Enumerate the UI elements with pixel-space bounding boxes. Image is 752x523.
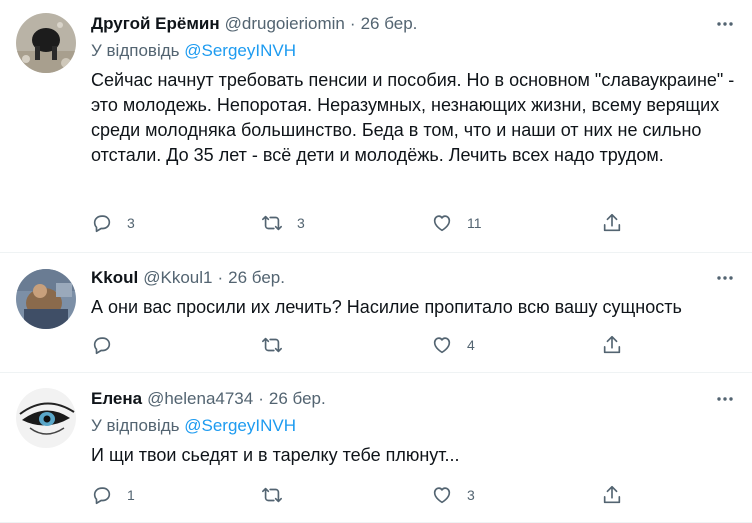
tweet-body: Елена @helena4734 · 26 бер. У відповідь … — [91, 388, 736, 468]
tweet-body: Другой Ерёмин @drugoieriomin · 26 бер. У… — [91, 13, 736, 168]
author-handle[interactable]: @helena4734 — [147, 389, 253, 409]
avatar[interactable] — [16, 388, 76, 448]
avatar[interactable] — [16, 13, 76, 73]
retweet-button[interactable]: 3 — [261, 209, 431, 237]
tweet-header: Kkoul @Kkoul1 · 26 бер. — [91, 267, 736, 289]
timestamp[interactable]: 26 бер. — [361, 14, 418, 34]
retweet-icon — [262, 487, 282, 503]
separator-dot: · — [217, 268, 224, 287]
share-icon — [603, 213, 621, 232]
timestamp[interactable]: 26 бер. — [228, 268, 285, 288]
avatar-image — [16, 13, 76, 73]
reply-to-mention[interactable]: @SergeyINVH — [184, 41, 296, 60]
separator-dot: · — [349, 14, 356, 33]
retweet-icon — [262, 337, 282, 353]
author-name[interactable]: Другой Ерёмин — [91, 14, 220, 34]
like-button[interactable]: 11 — [431, 209, 601, 237]
reply-to-prefix: У відповідь — [91, 41, 180, 60]
tweet-text: И щи твои сьедят и в тарелку тебе плюнут… — [91, 445, 460, 465]
like-count: 4 — [467, 337, 475, 353]
reply-count: 1 — [127, 487, 135, 503]
tweet-actions: 3 3 11 — [91, 209, 651, 237]
tweet-text: Сейчас начнут требовать пенсии и пособия… — [91, 70, 735, 165]
share-icon — [603, 335, 621, 354]
tweet[interactable]: Другой Ерёмин @drugoieriomin · 26 бер. У… — [0, 0, 752, 253]
tweet-header: Другой Ерёмин @drugoieriomin · 26 бер. — [91, 13, 736, 35]
more-options-button[interactable] — [714, 267, 736, 289]
tweet-actions: 4 — [91, 331, 651, 359]
reply-icon — [93, 487, 111, 505]
tweet[interactable]: Kkoul @Kkoul1 · 26 бер. А они вас просил… — [0, 253, 752, 373]
author-handle[interactable]: @Kkoul1 — [143, 268, 212, 288]
share-icon — [603, 485, 621, 504]
avatar-image — [16, 388, 76, 448]
like-button[interactable]: 3 — [431, 481, 601, 509]
retweet-icon — [262, 215, 282, 231]
author-name[interactable]: Елена — [91, 389, 142, 409]
reply-button[interactable]: 1 — [91, 481, 261, 509]
retweet-button[interactable] — [261, 481, 431, 509]
share-button[interactable] — [601, 209, 651, 237]
author-name[interactable]: Kkoul — [91, 268, 138, 288]
author-handle[interactable]: @drugoieriomin — [225, 14, 345, 34]
like-count: 3 — [467, 487, 475, 503]
like-button[interactable]: 4 — [431, 331, 601, 359]
timestamp[interactable]: 26 бер. — [269, 389, 326, 409]
retweet-button[interactable] — [261, 331, 431, 359]
like-count: 11 — [467, 215, 482, 231]
reply-button[interactable] — [91, 331, 261, 359]
more-dots-icon — [717, 276, 733, 280]
reply-to-mention[interactable]: @SergeyINVH — [184, 416, 296, 435]
avatar-image — [16, 269, 76, 329]
more-dots-icon — [717, 397, 733, 401]
more-options-button[interactable] — [714, 388, 736, 410]
reply-button[interactable]: 3 — [91, 209, 261, 237]
share-button[interactable] — [601, 481, 651, 509]
more-dots-icon — [717, 22, 733, 26]
tweet-actions: 1 3 — [91, 481, 651, 509]
heart-icon — [433, 487, 451, 504]
reply-icon — [93, 215, 111, 233]
more-options-button[interactable] — [714, 13, 736, 35]
tweet-body: Kkoul @Kkoul1 · 26 бер. А они вас просил… — [91, 267, 736, 320]
retweet-count: 3 — [297, 215, 305, 231]
separator-dot: · — [258, 389, 264, 408]
heart-icon — [433, 215, 451, 232]
reply-icon — [93, 337, 111, 355]
tweet-header: Елена @helena4734 · 26 бер. — [91, 388, 736, 410]
reply-to: У відповідь @SergeyINVH — [91, 414, 736, 438]
tweet[interactable]: Елена @helena4734 · 26 бер. У відповідь … — [0, 373, 752, 523]
tweet-text: А они вас просили их лечить? Насилие про… — [91, 297, 682, 317]
share-button[interactable] — [601, 331, 651, 359]
heart-icon — [433, 337, 451, 354]
avatar[interactable] — [16, 269, 76, 329]
reply-to: У відповідь @SergeyINVH — [91, 39, 736, 63]
reply-count: 3 — [127, 215, 135, 231]
reply-to-prefix: У відповідь — [91, 416, 180, 435]
